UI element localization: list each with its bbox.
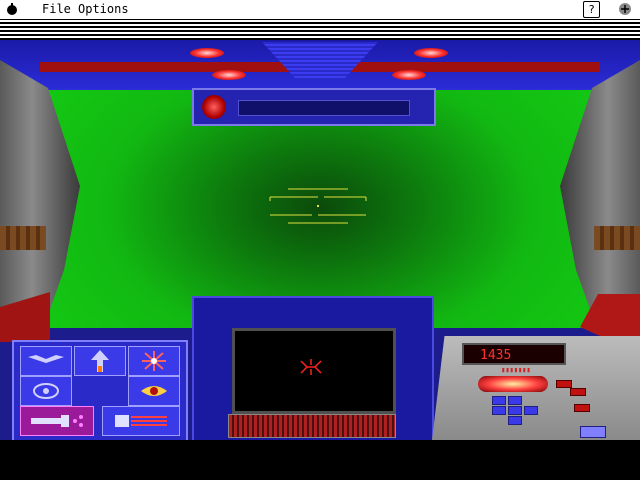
cockpit-top-frame xyxy=(0,40,640,90)
bottom-border xyxy=(0,440,640,480)
weapon-panel xyxy=(12,340,188,440)
help-icon[interactable]: ? xyxy=(583,1,600,18)
alert-key[interactable] xyxy=(556,380,572,388)
wings-icon xyxy=(28,355,64,363)
emblem-icon xyxy=(33,383,59,399)
digital-readout: 1435 xyxy=(462,343,566,365)
keypad-key[interactable] xyxy=(508,416,522,425)
apple-icon[interactable] xyxy=(5,2,19,16)
warning-light-icon xyxy=(392,70,426,80)
weapon-button[interactable] xyxy=(74,346,126,376)
alert-key[interactable] xyxy=(570,388,586,396)
warning-light-icon xyxy=(414,48,448,58)
keypad-key[interactable] xyxy=(508,406,522,415)
shield-meter xyxy=(228,414,396,438)
laser-icon xyxy=(31,415,83,427)
weapon-button-selected[interactable] xyxy=(20,406,94,436)
radar-screen xyxy=(232,328,396,414)
starburst-icon xyxy=(142,351,166,371)
keypad-key[interactable] xyxy=(492,396,506,405)
menu-bar: File Options ? xyxy=(0,0,640,20)
eye-icon xyxy=(141,386,167,396)
heading-slot xyxy=(238,100,410,116)
eagle-emblem-icon xyxy=(262,42,378,80)
keypad-key[interactable] xyxy=(492,406,506,415)
right-vent xyxy=(594,226,640,250)
missile-up-icon xyxy=(91,350,109,372)
keypad-key[interactable] xyxy=(524,406,538,415)
left-vent xyxy=(0,226,46,250)
app-icon[interactable] xyxy=(618,2,632,16)
menu-file[interactable]: File xyxy=(42,2,71,16)
panel-button[interactable] xyxy=(580,426,606,438)
weapon-button[interactable] xyxy=(20,346,72,376)
heading-bar xyxy=(192,88,436,126)
game-view[interactable]: 1435 ▮▮▮▮▮▮▮ xyxy=(0,40,640,440)
targeting-reticle-icon xyxy=(269,188,367,224)
alert-key[interactable] xyxy=(574,404,590,412)
power-core-icon xyxy=(478,376,548,392)
warning-light-icon xyxy=(212,70,246,80)
heading-gauge-icon xyxy=(202,95,226,119)
readout-label-icon: ▮▮▮▮▮▮▮ xyxy=(501,366,531,374)
cannon-icon xyxy=(115,415,167,427)
menu-options[interactable]: Options xyxy=(78,2,129,16)
weapon-button[interactable] xyxy=(102,406,180,436)
target-marker-icon xyxy=(300,359,322,375)
weapon-button[interactable] xyxy=(128,376,180,406)
weapon-button[interactable] xyxy=(128,346,180,376)
keypad-key[interactable] xyxy=(508,396,522,405)
warning-light-icon xyxy=(190,48,224,58)
title-stripes xyxy=(0,20,640,40)
weapon-button[interactable] xyxy=(20,376,72,406)
